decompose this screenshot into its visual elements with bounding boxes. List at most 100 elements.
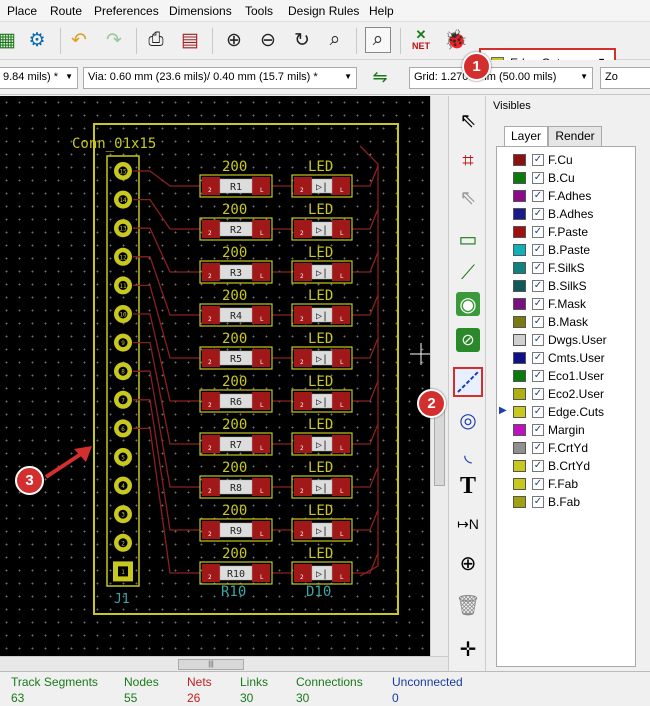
layer-row[interactable]: ✓ F.Adhes <box>513 187 635 205</box>
layer-color-swatch[interactable] <box>513 154 526 166</box>
layer-row[interactable]: ✓ F.SilkS <box>513 259 635 277</box>
zoom-out-icon[interactable]: ⊖ <box>255 27 281 53</box>
layer-visibility-checkbox[interactable]: ✓ <box>532 244 544 256</box>
layer-row[interactable]: ✓ F.CrtYd <box>513 439 635 457</box>
menu-route[interactable]: Route <box>50 4 82 18</box>
menu-dimensions[interactable]: Dimensions <box>169 4 232 18</box>
layer-row[interactable]: ✓ B.CrtYd <box>513 457 635 475</box>
layer-color-swatch[interactable] <box>513 298 526 310</box>
menu-design-rules[interactable]: Design Rules <box>288 4 359 18</box>
layer-color-swatch[interactable] <box>513 262 526 274</box>
layer-visibility-checkbox[interactable]: ✓ <box>532 388 544 400</box>
zoom-fit-icon[interactable]: ⌕ <box>322 27 348 53</box>
layer-color-swatch[interactable] <box>513 424 526 436</box>
layer-color-swatch[interactable] <box>513 280 526 292</box>
zoom-in-icon[interactable]: ⊕ <box>221 27 247 53</box>
layer-visibility-checkbox[interactable]: ✓ <box>532 226 544 238</box>
draw-arc-icon[interactable]: ◟ <box>453 439 483 469</box>
grid-origin-icon[interactable]: ✛ <box>453 634 483 664</box>
layer-visibility-checkbox[interactable]: ✓ <box>532 316 544 328</box>
layer-visibility-checkbox[interactable]: ✓ <box>532 406 544 418</box>
layer-visibility-checkbox[interactable]: ✓ <box>532 154 544 166</box>
layer-visibility-checkbox[interactable]: ✓ <box>532 262 544 274</box>
menu-tools[interactable]: Tools <box>245 4 273 18</box>
layer-visibility-checkbox[interactable]: ✓ <box>532 280 544 292</box>
layer-color-swatch[interactable] <box>513 388 526 400</box>
layer-row[interactable]: ✓ F.Paste <box>513 223 635 241</box>
redraw-icon[interactable]: ↻ <box>289 27 315 53</box>
layer-row[interactable]: ✓ B.SilkS <box>513 277 635 295</box>
netlist-icon[interactable]: ▦ <box>0 27 20 53</box>
layer-color-swatch[interactable] <box>513 244 526 256</box>
layer-row[interactable]: ✓ F.Cu <box>513 151 635 169</box>
layer-visibility-checkbox[interactable]: ✓ <box>532 496 544 508</box>
plot-icon[interactable]: ▤ <box>177 27 203 53</box>
layer-row[interactable]: ✓ B.Cu <box>513 169 635 187</box>
grid-select[interactable]: Grid: 1.2700 mm (50.00 mils) ▼ <box>409 67 593 89</box>
add-text-icon[interactable]: T <box>453 471 483 501</box>
layer-visibility-checkbox[interactable]: ✓ <box>532 352 544 364</box>
layer-color-swatch[interactable] <box>513 316 526 328</box>
footprint-editor-icon[interactable]: ⚙ <box>24 27 50 53</box>
add-via-icon[interactable]: ◉ <box>456 292 480 316</box>
layer-row[interactable]: ✓ Margin <box>513 421 635 439</box>
track-width-select[interactable]: 9.84 mils) * ▼ <box>0 67 78 89</box>
layer-visibility-checkbox[interactable]: ✓ <box>532 460 544 472</box>
layer-color-swatch[interactable] <box>513 190 526 202</box>
horizontal-scrollbar-thumb[interactable]: ||| <box>178 659 244 670</box>
layer-color-swatch[interactable] <box>513 226 526 238</box>
layer-row[interactable]: ✓ Eco1.User <box>513 367 635 385</box>
layer-row[interactable]: ✓ Eco2.User <box>513 385 635 403</box>
layer-row[interactable]: ✓ F.Mask <box>513 295 635 313</box>
vertical-scrollbar[interactable] <box>430 96 448 656</box>
delete-trash-icon[interactable]: 🗑 <box>453 590 483 620</box>
zoom-select[interactable]: Zo <box>600 67 650 89</box>
layer-color-swatch[interactable] <box>513 208 526 220</box>
layer-color-swatch[interactable] <box>513 442 526 454</box>
pcb-canvas[interactable]: 15 14 13 12 11 10 9 8 7 6 5 4 3 2 1 200 2 L R1 200 2 L R2 200 2… <box>0 96 448 656</box>
layer-visibility-checkbox[interactable]: ✓ <box>532 208 544 220</box>
layer-visibility-checkbox[interactable]: ✓ <box>532 298 544 310</box>
undo-icon[interactable]: ↶ <box>66 27 92 53</box>
layer-visibility-checkbox[interactable]: ✓ <box>532 190 544 202</box>
layer-row[interactable]: ✓ Cmts.User <box>513 349 635 367</box>
menu-preferences[interactable]: Preferences <box>94 4 159 18</box>
draw-line-icon[interactable] <box>453 367 483 397</box>
pcb-drawing[interactable]: 151413121110987654321 2002 LR12002 LR22002… <box>0 96 448 656</box>
layer-color-swatch[interactable] <box>513 352 526 364</box>
layer-row[interactable]: ✓ B.Paste <box>513 241 635 259</box>
layer-visibility-checkbox[interactable]: ✓ <box>532 370 544 382</box>
route-track-icon[interactable]: ⟋ <box>453 258 483 288</box>
highlight-net-icon[interactable]: ⌗ <box>453 146 483 176</box>
layer-visibility-checkbox[interactable]: ✓ <box>532 442 544 454</box>
layer-row[interactable]: ✓ B.Fab <box>513 493 635 511</box>
layer-row[interactable]: ✓ B.Mask <box>513 313 635 331</box>
draw-circle-icon[interactable]: ◎ <box>453 405 483 435</box>
layer-color-swatch[interactable] <box>513 496 526 508</box>
menu-place[interactable]: Place <box>7 4 37 18</box>
layer-visibility-checkbox[interactable]: ✓ <box>532 478 544 490</box>
tab-layer[interactable]: Layer <box>504 126 548 147</box>
layer-color-swatch[interactable] <box>513 406 526 418</box>
layer-row[interactable]: ✓ B.Adhes <box>513 205 635 223</box>
layer-row[interactable]: ✓ Edge.Cuts <box>513 403 635 421</box>
layer-visibility-checkbox[interactable]: ✓ <box>532 172 544 184</box>
keepout-zone-icon[interactable]: ⊘ <box>456 328 480 352</box>
tab-render[interactable]: Render <box>548 126 602 146</box>
layer-color-swatch[interactable] <box>513 172 526 184</box>
drc-bug-icon[interactable]: 🐞 <box>443 27 469 53</box>
net-icon[interactable]: ✕ NET <box>408 27 434 53</box>
track-via-auto-icon[interactable]: ⇋ <box>367 64 393 90</box>
layer-visibility-checkbox[interactable]: ✓ <box>532 334 544 346</box>
select-arrow-icon[interactable]: ⇖ <box>453 105 483 135</box>
layer-visibility-checkbox[interactable]: ✓ <box>532 424 544 436</box>
layer-color-swatch[interactable] <box>513 334 526 346</box>
via-size-select[interactable]: Via: 0.60 mm (23.6 mils)/ 0.40 mm (15.7 … <box>83 67 357 89</box>
layer-alignment-target-icon[interactable]: ⊕ <box>453 548 483 578</box>
find-icon[interactable]: ⌕ <box>365 27 391 53</box>
add-footprint-icon[interactable]: ▭ <box>453 224 483 254</box>
print-icon[interactable]: ⎙ <box>143 27 169 53</box>
layer-color-swatch[interactable] <box>513 478 526 490</box>
layer-row[interactable]: ✓ Dwgs.User <box>513 331 635 349</box>
menu-help[interactable]: Help <box>369 4 394 18</box>
